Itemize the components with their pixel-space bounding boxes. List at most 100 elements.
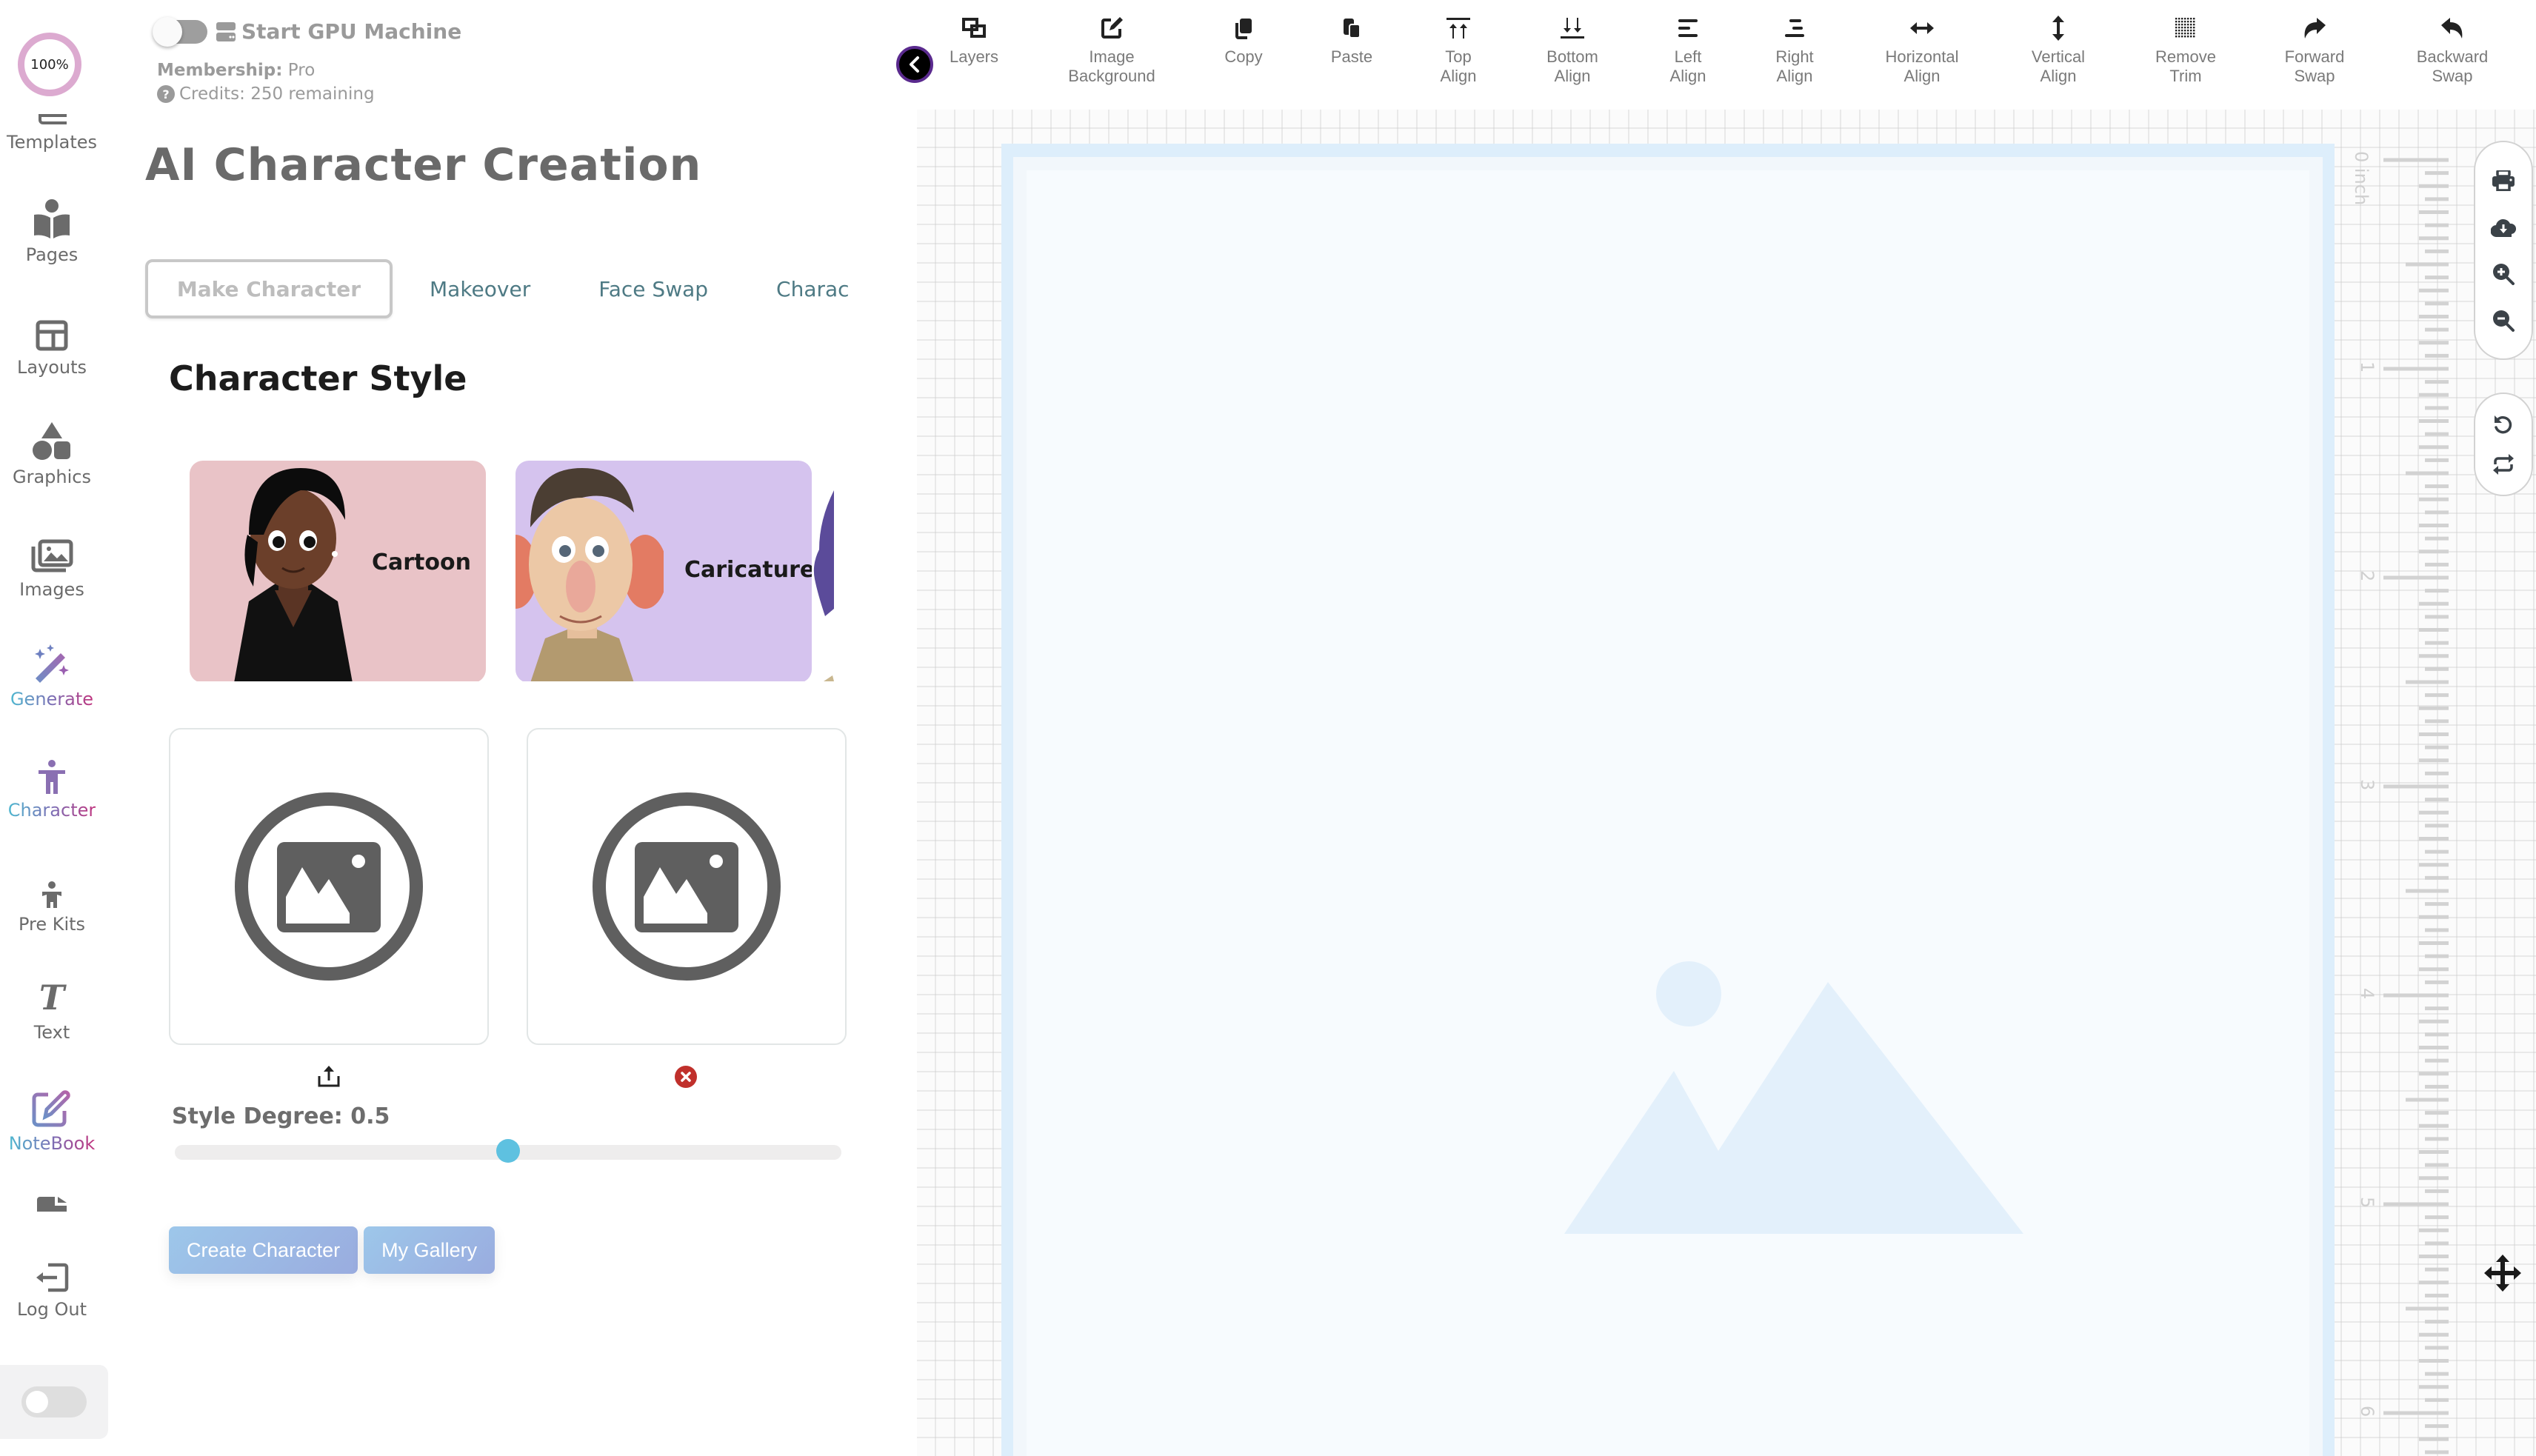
tool-right-align[interactable]: Right Align: [1739, 15, 1850, 86]
style-carousel[interactable]: Cartoon Caricature: [190, 459, 841, 681]
child-icon: [41, 866, 63, 908]
edit-icon: [1101, 15, 1123, 41]
canvas-workspace[interactable]: 0 inch 1 2 3 4 5 6: [917, 110, 2536, 1456]
trim-grid-icon: [2175, 15, 2196, 41]
sidebar-item-label: NoteBook: [8, 1133, 96, 1154]
sidebar-item-pages[interactable]: Pages: [0, 197, 104, 265]
sidebar-item-logout[interactable]: Log Out: [0, 1252, 104, 1320]
canvas-image-placeholder: [1564, 961, 2023, 1234]
graphics-icon: [32, 419, 72, 461]
tab-face-swap[interactable]: Face Swap: [598, 277, 708, 301]
tab-makeover[interactable]: Makeover: [430, 277, 530, 301]
create-character-button[interactable]: Create Character: [169, 1226, 358, 1274]
sidebar-item-label: Pre Kits: [18, 914, 86, 935]
vertical-ruler: 0 inch 1 2 3 4 5 6: [2345, 151, 2456, 1456]
sidebar-item-pre-kits[interactable]: Pre Kits: [0, 866, 104, 935]
help-icon[interactable]: ?: [157, 85, 175, 103]
tool-backward-swap[interactable]: Backward Swap: [2397, 15, 2508, 86]
gpu-label-text: Start GPU Machine: [241, 19, 462, 44]
theme-toggle-container: [0, 1365, 108, 1439]
move-handle[interactable]: [2484, 1255, 2521, 1292]
move-arrows-icon: [2484, 1255, 2521, 1292]
design-page[interactable]: [1001, 144, 2335, 1456]
gpu-toggle[interactable]: [153, 16, 207, 47]
align-left-icon: [1678, 15, 1698, 41]
tool-label: Right Align: [1775, 47, 1814, 85]
ruler-mark-label: 6: [2357, 1406, 2378, 1417]
zoom-out-button[interactable]: [2489, 306, 2518, 335]
tool-vertical-align[interactable]: Vertical Align: [2003, 15, 2114, 86]
style-card-partial[interactable]: [812, 461, 841, 681]
sidebar-item-generate[interactable]: Generate: [0, 641, 104, 709]
collapse-panel-button[interactable]: [896, 46, 933, 83]
sidebar-item-label: Layouts: [16, 357, 87, 378]
sidebar-item-templates[interactable]: Templates: [0, 108, 104, 153]
undo-button[interactable]: [2489, 410, 2518, 439]
slider-thumb[interactable]: [496, 1139, 520, 1163]
tool-label: Image Background: [1068, 47, 1155, 85]
upload-icon[interactable]: [317, 1065, 341, 1089]
style-name: Cartoon: [372, 550, 471, 575]
tool-forward-swap[interactable]: Forward Swap: [2259, 15, 2370, 86]
repeat-button[interactable]: [2489, 450, 2518, 479]
sidebar: 100% Templates Pages Layouts Graphics Im…: [0, 0, 108, 1456]
layers-icon: [961, 15, 987, 41]
align-bottom-icon: [1561, 15, 1584, 41]
tool-paste[interactable]: Paste: [1296, 15, 1407, 67]
ruler-mark-label: 1: [2357, 361, 2378, 373]
sidebar-item-label: Text: [33, 1022, 70, 1043]
sidebar-item-label: Images: [19, 579, 84, 600]
character-panel: Start GPU Machine Membership: Pro ? Cred…: [108, 0, 917, 1456]
sidebar-item-file[interactable]: [0, 1189, 104, 1212]
sidebar-item-layouts[interactable]: Layouts: [0, 310, 104, 378]
theme-toggle[interactable]: [21, 1386, 87, 1417]
tab-character-more[interactable]: Charac: [776, 277, 850, 301]
result-image-dropzone[interactable]: [527, 728, 847, 1045]
tool-top-align[interactable]: Top Align: [1403, 15, 1514, 86]
section-title: Character Style: [169, 358, 467, 398]
source-image-dropzone[interactable]: [169, 728, 489, 1045]
download-button[interactable]: [2489, 213, 2518, 242]
style-degree-slider[interactable]: [175, 1139, 841, 1163]
ruler-ticks: [2383, 158, 2449, 1455]
align-top-icon: [1446, 15, 1470, 41]
remove-icon[interactable]: [674, 1065, 698, 1089]
gpu-label: Start GPU Machine: [216, 19, 461, 44]
sidebar-item-character[interactable]: Character: [0, 752, 104, 821]
membership-label: Membership:: [157, 61, 283, 80]
character-icon: [37, 752, 67, 794]
tool-bottom-align[interactable]: Bottom Align: [1517, 15, 1628, 86]
tool-copy[interactable]: Copy: [1188, 15, 1299, 67]
page-title: AI Character Creation: [145, 139, 702, 191]
ruler-mark-label: 5: [2357, 1197, 2378, 1209]
zoom-in-button[interactable]: [2489, 259, 2518, 289]
sidebar-item-images[interactable]: Images: [0, 532, 104, 600]
tool-remove-trim[interactable]: Remove Trim: [2130, 15, 2241, 86]
tool-label: Left Align: [1669, 47, 1706, 85]
image-placeholder-icon: [235, 792, 423, 981]
style-card-caricature[interactable]: Caricature: [515, 461, 812, 681]
tool-image-background[interactable]: Image Background: [1056, 15, 1167, 86]
pages-icon: [33, 197, 71, 238]
sidebar-item-graphics[interactable]: Graphics: [0, 419, 104, 487]
align-right-icon: [1785, 15, 1804, 41]
tool-label: Paste: [1330, 47, 1373, 66]
sidebar-item-label: Character: [7, 800, 96, 821]
style-card-cartoon[interactable]: Cartoon: [190, 461, 486, 681]
templates-icon: [37, 108, 67, 126]
history-actions-group: [2474, 393, 2533, 496]
tab-make-character[interactable]: Make Character: [145, 259, 393, 318]
tool-label: Horizontal Align: [1885, 47, 1959, 85]
sidebar-item-label: Generate: [10, 689, 94, 709]
cloud-download-icon: [2491, 218, 2516, 237]
tool-left-align[interactable]: Left Align: [1632, 15, 1744, 86]
repeat-icon: [2493, 454, 2514, 475]
my-gallery-button[interactable]: My Gallery: [364, 1226, 495, 1274]
print-button[interactable]: [2489, 166, 2518, 196]
sidebar-item-notebook[interactable]: NoteBook: [0, 1086, 104, 1154]
text-icon: T: [39, 978, 65, 1018]
tool-horizontal-align[interactable]: Horizontal Align: [1866, 15, 1978, 86]
style-name: Caricature: [684, 557, 812, 583]
tool-layers[interactable]: Layers: [918, 15, 1030, 67]
sidebar-item-text[interactable]: T Text: [0, 975, 104, 1043]
